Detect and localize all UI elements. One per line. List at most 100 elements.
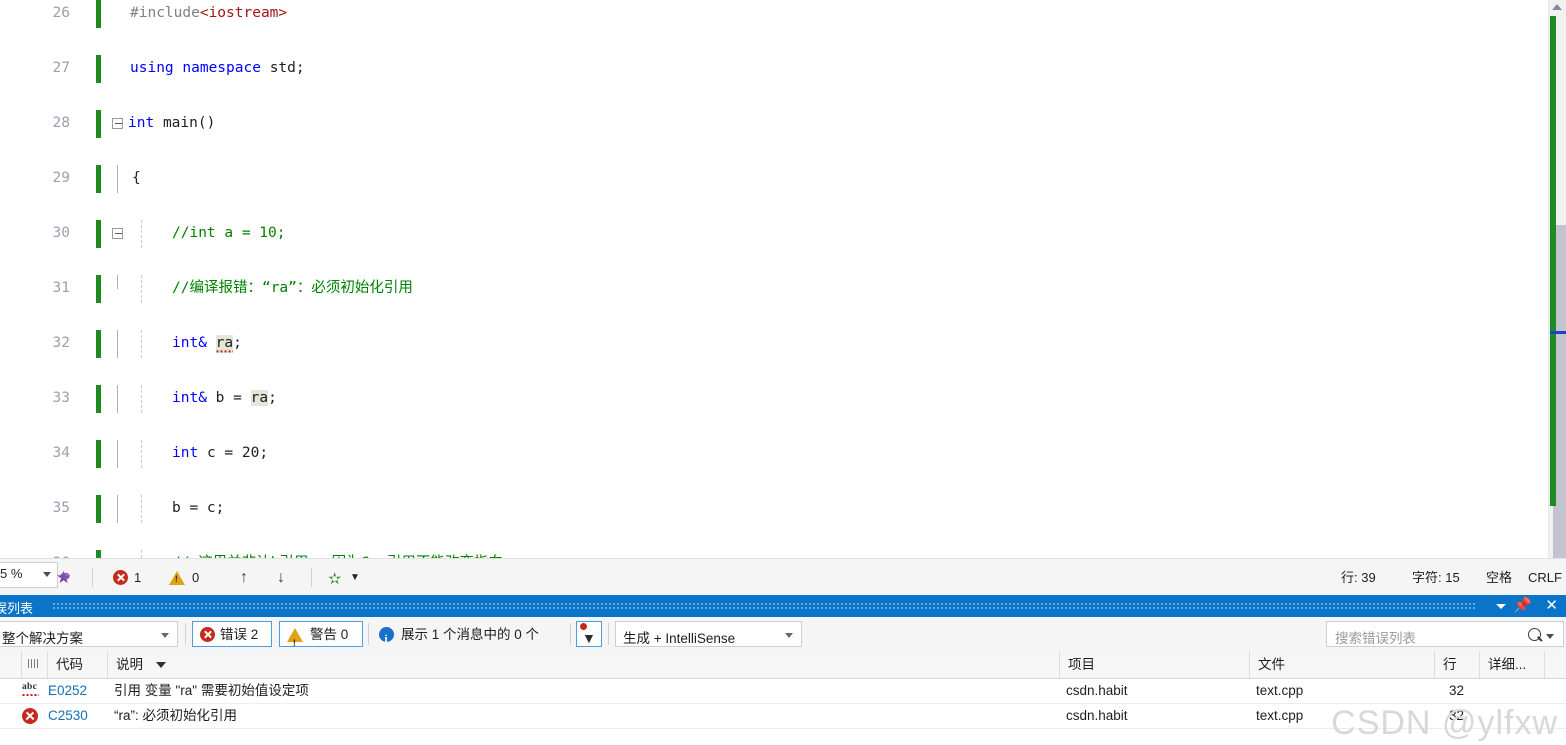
indent-guide: [141, 220, 142, 248]
line-number: 28: [52, 115, 70, 131]
next-issue-icon[interactable]: ↓: [277, 559, 285, 596]
keyword-using: using: [130, 60, 174, 76]
code-line[interactable]: 35 b = c;: [0, 495, 1566, 523]
error-list-titlebar[interactable]: 误列表 📌 ✕: [0, 595, 1566, 617]
status-char-label: 字符: 15: [1412, 570, 1460, 585]
semicolon: ;: [268, 390, 277, 406]
cell-file: text.cpp: [1256, 683, 1304, 698]
code-line[interactable]: 29 {: [0, 165, 1566, 193]
chevron-down-icon[interactable]: [161, 633, 169, 638]
fold-margin: [112, 330, 130, 358]
collapse-toggle-icon[interactable]: [112, 118, 123, 129]
type-int-ref: int&: [172, 390, 207, 406]
code-line[interactable]: 28 int main(): [0, 110, 1566, 138]
squiggle-underline: [22, 693, 39, 696]
error-icon: [200, 627, 215, 642]
table-row[interactable]: abc E0252 引用 变量 "ra" 需要初始值设定项 csdn.habit…: [0, 678, 1566, 704]
code-line[interactable]: 33 int& b = ra;: [0, 385, 1566, 413]
identifier-ra-ref: ra: [250, 390, 269, 406]
comment-token: //int a = 10;: [172, 225, 286, 241]
identifier-std: std;: [269, 60, 305, 76]
fold-guide: [117, 165, 118, 193]
scope-filter-combobox[interactable]: 整个解决方案: [0, 621, 178, 647]
funnel-filter-button[interactable]: ▼: [576, 621, 602, 647]
column-header-details[interactable]: 详细...: [1480, 651, 1545, 678]
chevron-down-icon[interactable]: [43, 572, 51, 577]
fold-margin[interactable]: [112, 550, 130, 558]
error-list-panel: 误列表 📌 ✕ 整个解决方案 错误 2 警告 0 展示 1 个消息中的 0 个 …: [0, 595, 1566, 745]
keyword-int: int: [172, 445, 199, 461]
chevron-down-icon[interactable]: [1546, 634, 1554, 639]
error-list-toolbar: 整个解决方案 错误 2 警告 0 展示 1 个消息中的 0 个 ▼ 生成 + I…: [0, 617, 1566, 655]
chevron-down-icon[interactable]: ▼: [350, 569, 360, 587]
error-list-title: 误列表: [0, 601, 34, 616]
indent-guide: [141, 495, 142, 523]
column-header-file[interactable]: 文件: [1250, 651, 1435, 678]
code-line[interactable]: 32 int& ra;: [0, 330, 1566, 358]
zoom-level-combobox[interactable]: 5 %: [0, 562, 58, 588]
error-count-icon: [113, 570, 128, 585]
broom-icon[interactable]: ✫: [328, 569, 341, 589]
change-bar: [96, 440, 101, 468]
keyword-namespace: namespace: [182, 60, 261, 76]
titlebar-grip: [52, 602, 1476, 611]
intellicode-icon[interactable]: ⚭: [57, 566, 73, 590]
info-icon: [379, 627, 394, 651]
fold-guide: [117, 440, 118, 468]
error-list-header-row: 代码 说明 项目 文件 行 详细...: [0, 651, 1566, 679]
error-count-label[interactable]: 1: [134, 559, 141, 596]
divider: [185, 623, 186, 645]
change-bar: [96, 275, 101, 303]
line-number: 29: [52, 170, 70, 186]
errors-filter-button[interactable]: 错误 2: [192, 621, 272, 647]
column-header-severity[interactable]: [22, 651, 48, 678]
code-line[interactable]: 36 // 这里并非让b引用c，因为C++引用不能改变指向，: [0, 550, 1566, 558]
indent-guide: [141, 275, 142, 303]
chevron-down-icon[interactable]: [785, 633, 793, 638]
comment-token: //编译报错：“ra”：必须初始化引用: [172, 280, 413, 296]
code-line[interactable]: 34 int c = 20;: [0, 440, 1566, 468]
pin-icon[interactable]: 📌: [1513, 595, 1532, 617]
column-header-filler: [1545, 651, 1566, 678]
code-text: {: [132, 165, 141, 193]
column-header-line[interactable]: 行: [1435, 651, 1480, 678]
type-int-ref: int&: [172, 335, 207, 351]
sort-descending-icon: [156, 662, 166, 668]
editor-vertical-scrollbar[interactable]: [1548, 0, 1566, 558]
cell-description: 引用 变量 "ra" 需要初始值设定项: [114, 683, 309, 698]
column-header-project[interactable]: 项目: [1060, 651, 1250, 678]
chevron-down-icon[interactable]: [1496, 604, 1506, 609]
semicolon: ;: [233, 335, 242, 351]
search-icon[interactable]: [1528, 628, 1541, 641]
warning-count-label[interactable]: 0: [192, 559, 199, 596]
code-text: //int a = 10;: [172, 220, 286, 248]
fold-margin[interactable]: [112, 220, 130, 248]
code-line[interactable]: 26 #include<iostream>: [0, 0, 1566, 28]
table-row[interactable]: C2530 “ra”: 必须初始化引用 csdn.habit text.cpp …: [0, 703, 1566, 729]
code-line[interactable]: 30 //int a = 10;: [0, 220, 1566, 248]
column-header-description[interactable]: 说明: [108, 651, 1060, 678]
code-editor[interactable]: 26 #include<iostream> 27 using namespace…: [0, 0, 1566, 558]
close-icon[interactable]: ✕: [1545, 595, 1558, 617]
equals: =: [233, 390, 242, 406]
search-input[interactable]: 搜索错误列表: [1326, 621, 1564, 647]
column-header-selector[interactable]: [0, 651, 22, 678]
status-eol-label: CRLF: [1528, 570, 1562, 585]
warnings-filter-button[interactable]: 警告 0: [279, 621, 363, 655]
collapse-toggle-icon[interactable]: [112, 228, 123, 239]
scroll-up-icon[interactable]: [1552, 4, 1562, 10]
column-header-code[interactable]: 代码: [48, 651, 108, 678]
fold-guide: [117, 385, 118, 413]
messages-filter-button[interactable]: 展示 1 个消息中的 0 个: [374, 621, 566, 651]
code-line[interactable]: 31 //编译报错：“ra”：必须初始化引用: [0, 275, 1566, 303]
line-number: 31: [52, 280, 70, 296]
code-lines[interactable]: 26 #include<iostream> 27 using namespace…: [0, 0, 1566, 558]
errors-filter-label: 错误 2: [220, 627, 259, 642]
prev-issue-icon[interactable]: ↑: [240, 559, 248, 596]
line-number: 34: [52, 445, 70, 461]
code-line[interactable]: 27 using namespace std;: [0, 55, 1566, 83]
warning-count-icon: [169, 571, 185, 585]
fold-guide: [117, 495, 118, 523]
change-bar: [96, 550, 101, 558]
build-source-combobox[interactable]: 生成 + IntelliSense: [615, 621, 802, 647]
